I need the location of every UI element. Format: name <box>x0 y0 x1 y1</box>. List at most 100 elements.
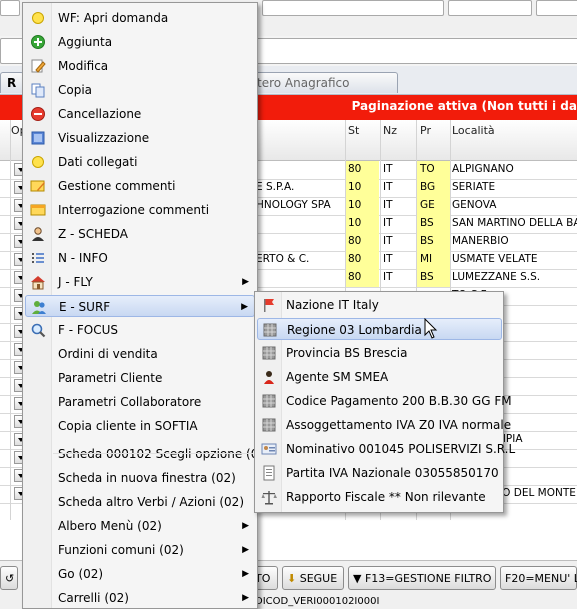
yellow-circle-icon <box>30 10 46 26</box>
menu-item-label: Copia <box>58 83 93 97</box>
menu-item[interactable]: Scheda 000102 Scegli opzione (02) <box>25 443 271 465</box>
cell-st: 80 <box>348 235 362 247</box>
menu-item[interactable]: Copia cliente in SOFTIA <box>25 415 255 437</box>
menu-item[interactable]: Visualizzazione <box>25 127 255 149</box>
menu-item[interactable]: Funzioni comuni (02) ▶ <box>25 539 255 561</box>
submenu-item[interactable]: Codice Pagamento 200 B.B.30 GG FM <box>257 390 512 412</box>
comment-edit-icon <box>30 178 46 194</box>
id-card-icon <box>261 441 277 457</box>
toolbar-field[interactable] <box>536 0 577 16</box>
cell-pr: TO <box>420 163 435 175</box>
cell-nz: IT <box>383 253 393 265</box>
col-st[interactable]: St <box>348 124 359 137</box>
menu-item[interactable]: Parametri Collaboratore <box>25 391 255 413</box>
menu-item-label: WF: Apri domanda <box>58 11 169 25</box>
menu-item[interactable]: Aggiunta <box>25 31 255 53</box>
cell-nz: IT <box>383 235 393 247</box>
submenu-item[interactable]: Provincia BS Brescia <box>257 342 502 364</box>
toolbar-field[interactable] <box>0 0 20 16</box>
menu-item[interactable]: Copia <box>25 79 255 101</box>
submenu-arrow-icon: ▶ <box>241 302 248 312</box>
toolbar-field[interactable] <box>448 0 532 16</box>
menu-item[interactable]: F - FOCUS <box>25 319 255 341</box>
grid-icon <box>262 322 278 338</box>
submenu-item-label: Regione 03 Lombardia <box>287 323 422 337</box>
submenu-arrow-icon: ▶ <box>242 521 249 531</box>
submenu-item[interactable]: Nazione IT Italy <box>257 294 502 316</box>
submenu-item[interactable]: Rapporto Fiscale ** Non rilevante <box>257 486 502 508</box>
cell-localita: SAN MARTINO DELLA BAT <box>452 217 577 229</box>
menu-item[interactable]: Ordini di vendita <box>25 343 255 365</box>
filter-button[interactable]: ▼ F13=GESTIONE FILTRO <box>348 566 496 590</box>
menu-item-label: Go (02) <box>58 567 104 581</box>
submenu-item[interactable]: Regione 03 Lombardia <box>257 318 502 340</box>
cell-pr: BS <box>420 217 434 229</box>
refresh-button[interactable]: ↺ <box>0 566 18 590</box>
person-icon <box>30 226 46 242</box>
cell-nz: IT <box>383 271 393 283</box>
status-text: DICOD_VERI000102I000I <box>255 596 380 607</box>
column-divider <box>10 120 11 520</box>
menu-item[interactable]: Parametri Cliente <box>25 367 255 389</box>
submenu-item-label: Partita IVA Nazionale 03055850170 <box>286 466 499 480</box>
menu-item[interactable]: Carrelli (02) ▶ <box>25 587 255 609</box>
menu-item[interactable]: E - SURF ▶ <box>25 295 255 317</box>
menu-item[interactable]: Modifica <box>25 55 255 77</box>
menu-item[interactable]: Dati collegati <box>25 151 255 173</box>
menu-item[interactable]: Gestione commenti <box>25 175 255 197</box>
menu-item[interactable]: Z - SCHEDA <box>25 223 255 245</box>
menu-item-label: Cancellazione <box>58 107 142 121</box>
cell-st: 80 <box>348 253 362 265</box>
col-localita[interactable]: Località <box>452 124 495 137</box>
cell-nz: IT <box>383 199 393 211</box>
menu-separator <box>53 453 253 454</box>
cell-pr: GE <box>420 199 435 211</box>
cell-st: 80 <box>348 163 362 175</box>
menu-item-label: Parametri Collaboratore <box>58 395 202 409</box>
menu-item-label: J - FLY <box>58 275 93 289</box>
cell-localita: ALPIGNANO <box>452 163 514 175</box>
submenu-arrow-icon: ▶ <box>242 545 249 555</box>
menu-item-label: Modifica <box>58 59 109 73</box>
cell-pr: BG <box>420 181 436 193</box>
tab-anagrafico[interactable]: tero Anagrafico <box>250 72 398 93</box>
menu-item-label: Copia cliente in SOFTIA <box>58 419 198 433</box>
menu-item-label: Visualizzazione <box>58 131 150 145</box>
menu-item[interactable]: Scheda in nuova finestra (02) <box>25 467 255 489</box>
cell-name: HNOLOGY SPA <box>256 199 331 211</box>
menu-item-label: F - FOCUS <box>58 323 118 337</box>
cell-nz: IT <box>383 217 393 229</box>
toolbar-field[interactable] <box>262 0 444 16</box>
menu-item[interactable]: Go (02) ▶ <box>25 563 255 585</box>
menu-item[interactable]: Albero Menù (02) ▶ <box>25 515 255 537</box>
grid-icon <box>261 345 277 361</box>
submenu-arrow-icon: ▶ <box>242 569 249 579</box>
submenu-item-label: Codice Pagamento 200 B.B.30 GG FM <box>286 394 512 408</box>
menu-item[interactable]: WF: Apri domanda <box>25 7 255 29</box>
menu-item[interactable]: J - FLY ▶ <box>25 271 255 293</box>
submenu-item[interactable]: Partita IVA Nazionale 03055850170 <box>257 462 502 484</box>
next-button[interactable]: ⬇ SEGUE <box>282 566 344 590</box>
cell-localita: MANERBIO <box>452 235 509 247</box>
tab-active[interactable]: R <box>0 72 24 93</box>
cell-st: 10 <box>348 181 362 193</box>
menu-item-label: Funzioni comuni (02) <box>58 543 184 557</box>
cell-localita: GENOVA <box>452 199 497 211</box>
menu-button[interactable]: F20=MENU' LI <box>500 566 577 590</box>
menu-item[interactable]: N - INFO <box>25 247 255 269</box>
submenu-item[interactable]: Agente SM SMEA <box>257 366 502 388</box>
menu-item[interactable]: Interrogazione commenti <box>25 199 255 221</box>
menu-item[interactable]: Scheda altro Verbi / Azioni (02) <box>25 491 255 513</box>
cell-name: ERTO & C. <box>256 253 310 265</box>
menu-item-label: Scheda altro Verbi / Azioni (02) <box>58 495 244 509</box>
col-nz[interactable]: Nz <box>383 124 397 137</box>
menu-item-label: Interrogazione commenti <box>58 203 210 217</box>
menu-item[interactable]: Cancellazione <box>25 103 255 125</box>
submenu-item[interactable]: Nominativo 001045 POLISERVIZI S.R.L <box>257 438 515 460</box>
menu-item-label: Gestione commenti <box>58 179 176 193</box>
submenu-item[interactable]: Assoggettamento IVA Z0 IVA normale <box>257 414 511 436</box>
comment-icon <box>30 202 46 218</box>
menu-item-label: Aggiunta <box>58 35 113 49</box>
magnifier-icon <box>30 322 46 338</box>
col-pr[interactable]: Pr <box>420 124 431 137</box>
